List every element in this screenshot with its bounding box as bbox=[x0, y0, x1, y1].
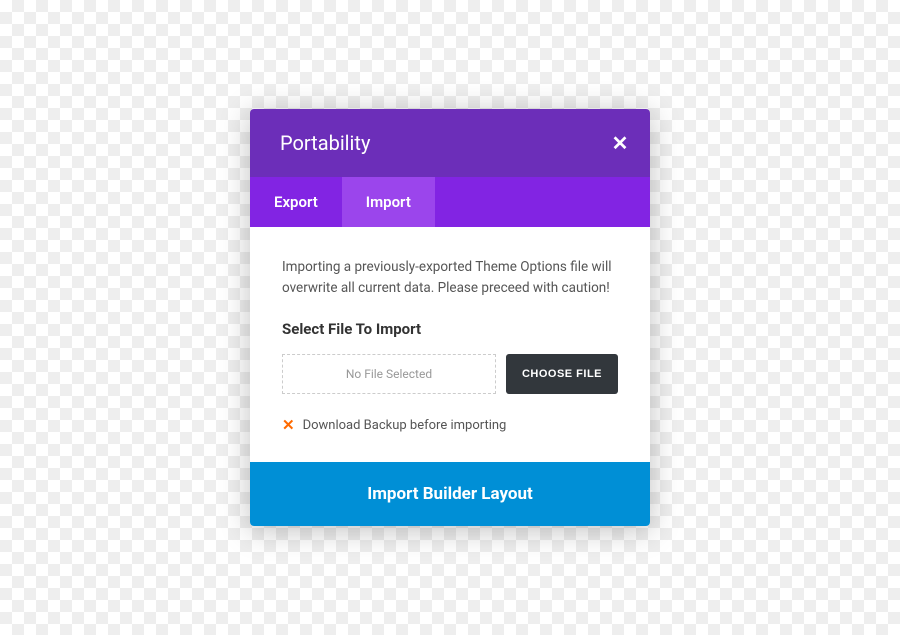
file-dropzone[interactable]: No File Selected bbox=[282, 354, 496, 394]
file-placeholder-text: No File Selected bbox=[346, 367, 432, 381]
import-layout-button[interactable]: Import Builder Layout bbox=[250, 462, 650, 526]
portability-modal: Portability ✕ Export Import Importing a … bbox=[250, 109, 650, 527]
modal-header: Portability ✕ bbox=[250, 109, 650, 177]
tab-export[interactable]: Export bbox=[250, 177, 342, 227]
close-icon: ✕ bbox=[612, 131, 629, 155]
tab-bar: Export Import bbox=[250, 177, 650, 227]
x-icon: ✕ bbox=[282, 416, 295, 434]
select-file-label: Select File To Import bbox=[282, 320, 618, 338]
close-button[interactable]: ✕ bbox=[590, 110, 650, 176]
modal-title: Portability bbox=[250, 109, 400, 177]
tab-import[interactable]: Import bbox=[342, 177, 435, 227]
import-description: Importing a previously-exported Theme Op… bbox=[282, 257, 618, 299]
backup-label: Download Backup before importing bbox=[303, 418, 507, 433]
backup-option[interactable]: ✕ Download Backup before importing bbox=[282, 416, 618, 434]
file-selector-row: No File Selected CHOOSE FILE bbox=[282, 354, 618, 394]
choose-file-button[interactable]: CHOOSE FILE bbox=[506, 354, 618, 394]
modal-body: Importing a previously-exported Theme Op… bbox=[250, 227, 650, 463]
